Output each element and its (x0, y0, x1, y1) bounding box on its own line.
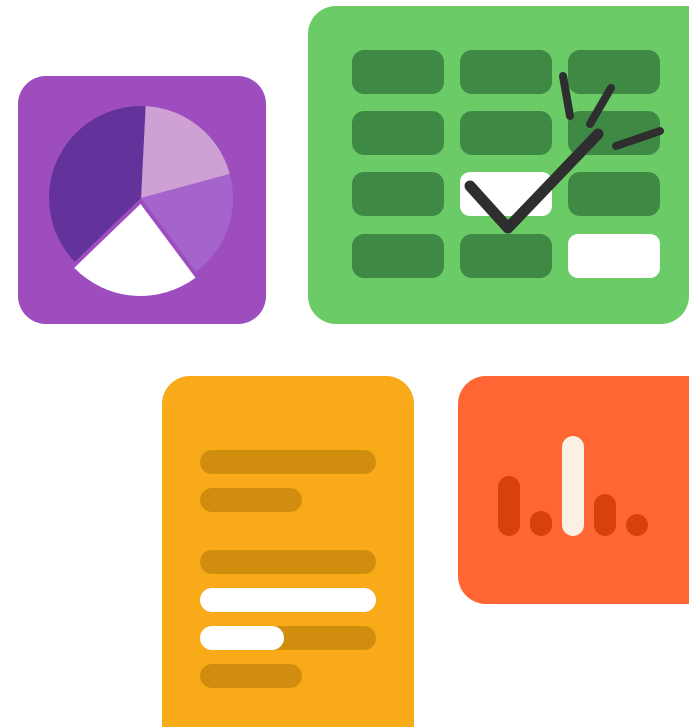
document-tile (162, 376, 414, 727)
bar (626, 514, 648, 536)
bar-chart-tile (458, 376, 689, 604)
spreadsheet-check-icon (352, 50, 664, 278)
pie-chart-tile (18, 76, 266, 324)
bar (530, 511, 552, 536)
bar (594, 494, 616, 536)
grid-cell (352, 50, 444, 94)
grid-cell (352, 111, 444, 155)
highlight-cell (568, 234, 660, 278)
grid-cell (352, 172, 444, 216)
illustration-canvas (0, 0, 689, 727)
document-lines-icon (200, 450, 376, 688)
grid-cell (568, 172, 660, 216)
grid-cell (460, 50, 552, 94)
grid-cell (460, 111, 552, 155)
bar (562, 436, 584, 536)
pie-chart-icon (49, 105, 233, 296)
grid-cell (460, 234, 552, 278)
grid-cell (352, 234, 444, 278)
spreadsheet-tile (308, 6, 689, 324)
bar-chart-icon (498, 436, 648, 536)
bar (498, 476, 520, 536)
